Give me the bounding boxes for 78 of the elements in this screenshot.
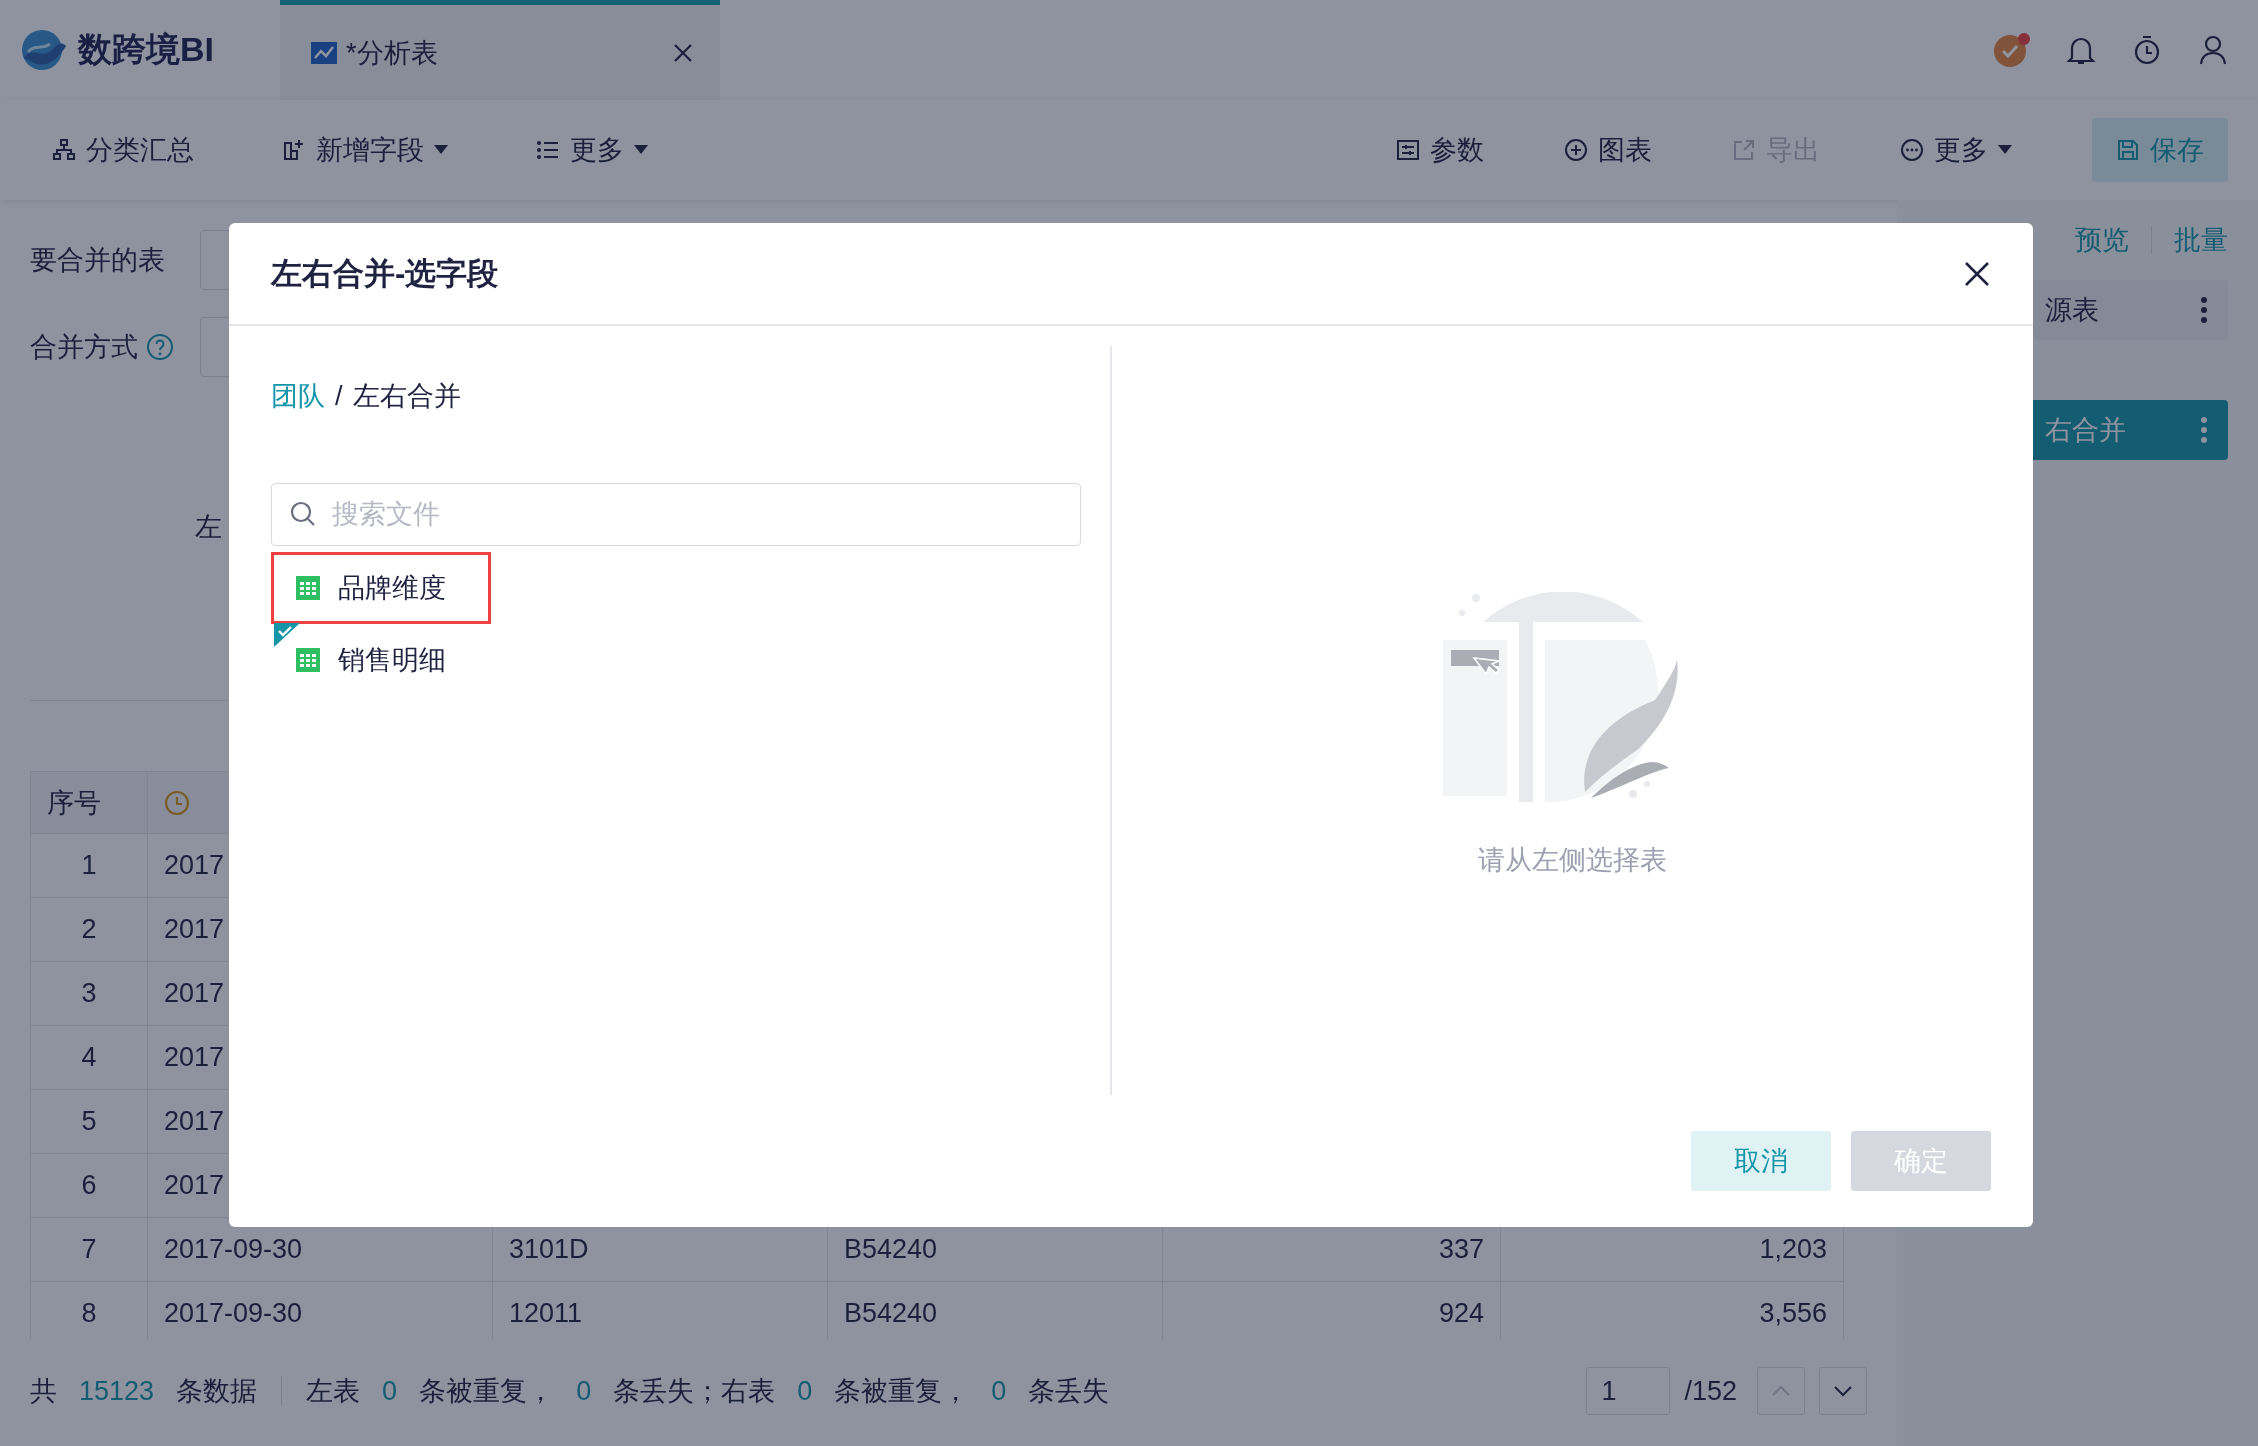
empty-state-text: 请从左侧选择表: [1478, 844, 1667, 877]
table-cell: 4: [30, 1026, 148, 1090]
toolbar-button[interactable]: 参数: [1396, 132, 1484, 168]
table-cell: 8: [30, 1282, 148, 1339]
table-cell: 2017-09-30: [148, 1282, 493, 1339]
add-column-icon: [282, 138, 306, 162]
status-text: 左表: [306, 1375, 361, 1408]
field-label: 合并方式: [30, 331, 138, 364]
table-icon: [296, 576, 320, 600]
document-tab[interactable]: *分析表: [280, 0, 720, 100]
table-cell: 6: [30, 1154, 148, 1218]
line-chart-icon: [310, 40, 338, 65]
field-label: 要合并的表: [30, 244, 165, 277]
toolbar-button[interactable]: 分类汇总: [52, 132, 194, 168]
user-icon[interactable]: [2198, 34, 2228, 66]
logo-text: 数跨境BI: [78, 29, 214, 70]
record-count: 0: [797, 1375, 813, 1407]
text-label: 左: [195, 511, 222, 544]
record-count: 0: [382, 1375, 398, 1407]
clock-icon: [164, 789, 190, 816]
dropdown-button[interactable]: 更多: [536, 132, 648, 168]
close-tab-button[interactable]: [672, 41, 694, 64]
more-circle-icon: [1900, 138, 1924, 162]
file-item[interactable]: 品牌维度: [271, 552, 491, 624]
dropdown-button[interactable]: 更多: [1900, 132, 2012, 168]
breadcrumb-link[interactable]: 团队: [271, 378, 325, 414]
table-cell: 3,556: [1501, 1282, 1844, 1339]
status-text: 条数据: [176, 1375, 258, 1408]
table-icon: [296, 648, 320, 672]
table-cell: 5: [30, 1090, 148, 1154]
export-icon: [1732, 138, 1756, 162]
tab-label: *分析表: [346, 36, 439, 70]
step-label: 源表: [2045, 294, 2100, 327]
logo-icon: [20, 28, 68, 72]
sliders-icon: [1396, 138, 1420, 162]
table-cell: 924: [1163, 1282, 1501, 1339]
file-item[interactable]: 销售明细: [271, 624, 491, 696]
list-icon: [536, 138, 560, 162]
step-label: 右合并: [2045, 414, 2127, 447]
status-text: 条丢失；右表: [613, 1375, 776, 1408]
status-text: 条丢失: [1028, 1375, 1110, 1408]
close-icon: [672, 41, 694, 64]
status-text: 条被重复，: [834, 1375, 970, 1408]
record-count: 0: [991, 1375, 1007, 1407]
caret-icon: [1998, 145, 2012, 155]
timer-icon[interactable]: [2132, 34, 2162, 66]
plus-circle-icon: [1564, 138, 1588, 162]
table-cell: 3: [30, 962, 148, 1026]
caret-icon: [634, 145, 648, 155]
table-cell: B54240: [828, 1282, 1163, 1339]
search-icon: [289, 500, 317, 528]
close-icon: [1963, 259, 1991, 288]
caret-icon: [434, 145, 448, 155]
record-count: 15123: [79, 1375, 155, 1407]
table-cell: 7: [30, 1218, 148, 1282]
breadcrumb-separator: /: [335, 380, 343, 412]
cancel-button[interactable]: 取消: [1691, 1131, 1831, 1191]
help-icon[interactable]: [146, 333, 174, 361]
breadcrumb-text: 左右合并: [352, 380, 461, 413]
table-cell: 2: [30, 898, 148, 962]
kebab-icon[interactable]: [2200, 416, 2208, 444]
hierarchy-icon: [52, 138, 76, 162]
toolbar-button[interactable]: 图表: [1564, 132, 1652, 168]
chevron-up-icon: [1771, 1385, 1791, 1397]
search-field[interactable]: 搜索文件: [271, 483, 1081, 546]
dialog-title: 左右合并-选字段: [271, 254, 500, 293]
close-button[interactable]: [1963, 259, 1991, 288]
page-total: /152: [1684, 1375, 1737, 1407]
table-cell: 12011: [493, 1282, 828, 1339]
chevron-down-icon: [1833, 1385, 1853, 1397]
page-input-field[interactable]: 1: [1586, 1367, 1671, 1415]
dropdown-button[interactable]: 新增字段: [282, 132, 448, 168]
status-text: 条被重复，: [419, 1375, 555, 1408]
status-text: 共: [30, 1375, 57, 1408]
kebab-icon[interactable]: [2200, 296, 2208, 324]
column-header: 序号: [30, 771, 148, 834]
table-cell: 1: [30, 834, 148, 898]
record-count: 0: [576, 1375, 592, 1407]
